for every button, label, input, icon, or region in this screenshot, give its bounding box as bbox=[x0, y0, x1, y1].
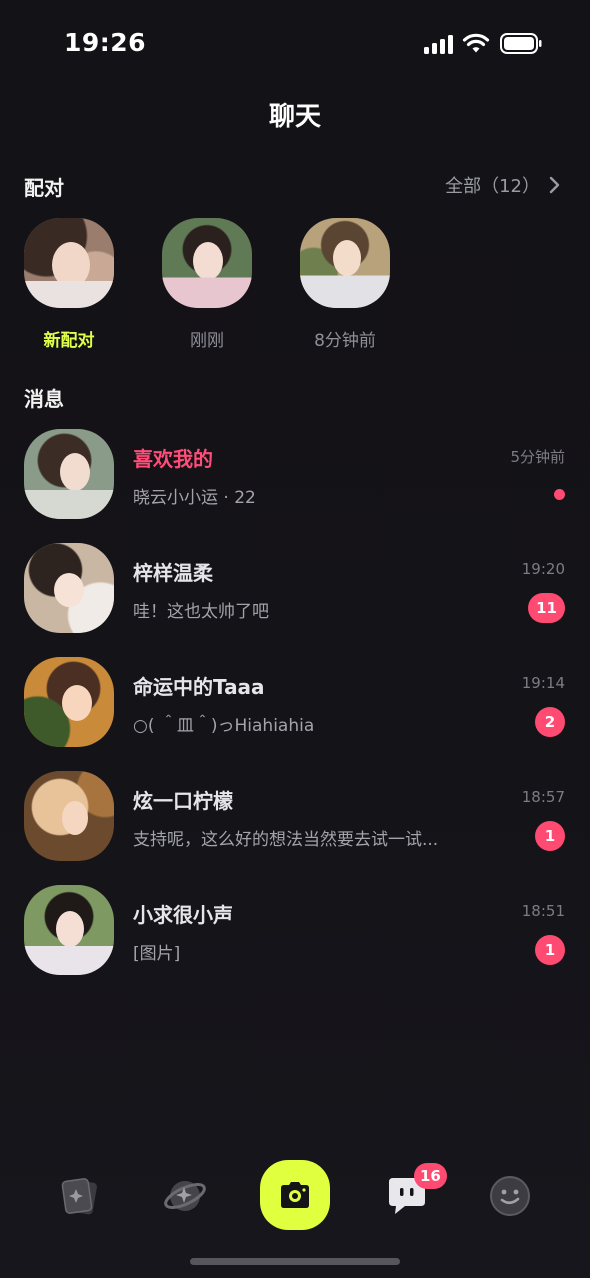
message-preview-4: 支持呢，这么好的想法当然要去试一试... bbox=[133, 830, 439, 850]
match-avatar-3 bbox=[300, 218, 390, 308]
message-preview-3: ○( ＾皿＾)っHiahiahia bbox=[133, 716, 315, 736]
tab-cards[interactable] bbox=[54, 1170, 106, 1222]
message-preview-1: 晓云小小运 · 22 bbox=[133, 488, 256, 508]
message-name-5: 小求很小声 bbox=[133, 903, 233, 927]
message-avatar-5 bbox=[24, 885, 114, 975]
message-avatar-3 bbox=[24, 657, 114, 747]
message-preview-5: [图片] bbox=[133, 944, 181, 964]
message-row-2[interactable]: 梓样温柔 哇！这也太帅了吧 19:20 11 bbox=[0, 543, 590, 643]
message-avatar-4 bbox=[24, 771, 114, 861]
tab-camera[interactable] bbox=[260, 1160, 330, 1230]
cards-icon bbox=[61, 1178, 97, 1215]
message-row-5[interactable]: 小求很小声 [图片] 18:51 1 bbox=[0, 885, 590, 985]
unread-dot bbox=[554, 489, 565, 500]
unread-count-badge: 1 bbox=[535, 935, 565, 965]
messages-section-title: 消息 bbox=[24, 387, 64, 411]
unread-count-badge: 11 bbox=[528, 593, 565, 623]
message-avatar-2 bbox=[24, 543, 114, 633]
battery-icon bbox=[500, 33, 542, 54]
chat-unread-badge: 16 bbox=[414, 1163, 447, 1189]
planet-icon bbox=[164, 1181, 206, 1211]
message-preview-2: 哇！这也太帅了吧 bbox=[133, 602, 269, 622]
wifi-icon bbox=[462, 33, 490, 53]
message-time-1: 5分钟前 bbox=[510, 448, 565, 466]
match-label-3: 8分钟前 bbox=[314, 331, 376, 351]
smiley-icon bbox=[490, 1176, 530, 1216]
message-name-2: 梓样温柔 bbox=[133, 561, 213, 585]
message-row-1[interactable]: 喜欢我的 晓云小小运 · 22 5分钟前 bbox=[0, 429, 590, 529]
unread-count-badge: 2 bbox=[535, 707, 565, 737]
message-time-3: 19:14 bbox=[521, 674, 565, 692]
see-all-label: 全部（12） bbox=[445, 176, 540, 197]
message-name-3: 命运中的Taaa bbox=[133, 675, 265, 699]
cellular-signal-icon bbox=[424, 34, 454, 54]
matches-section-title: 配对 bbox=[24, 176, 64, 200]
message-time-4: 18:57 bbox=[521, 788, 565, 806]
message-time-5: 18:51 bbox=[521, 902, 565, 920]
match-label-2: 刚刚 bbox=[190, 331, 224, 351]
home-indicator[interactable] bbox=[190, 1258, 400, 1265]
unread-count-badge: 1 bbox=[535, 821, 565, 851]
match-avatar-2 bbox=[162, 218, 252, 308]
message-name-1: 喜欢我的 bbox=[133, 447, 213, 471]
tab-planet[interactable] bbox=[159, 1170, 211, 1222]
status-time: 19:26 bbox=[64, 28, 147, 57]
camera-icon bbox=[281, 1182, 309, 1208]
message-row-3[interactable]: 命运中的Taaa ○( ＾皿＾)っHiahiahia 19:14 2 bbox=[0, 657, 590, 757]
match-avatar-1 bbox=[24, 218, 114, 308]
page-title: 聊天 bbox=[268, 102, 321, 132]
message-name-4: 炫一口柠檬 bbox=[133, 789, 233, 813]
message-row-4[interactable]: 炫一口柠檬 支持呢，这么好的想法当然要去试一试... 18:57 1 bbox=[0, 771, 590, 871]
chevron-right-icon bbox=[549, 176, 560, 194]
see-all-matches-link[interactable]: 全部（12） bbox=[445, 172, 562, 198]
status-bar: 19:26 bbox=[0, 0, 590, 88]
match-label-1: 新配对 bbox=[43, 331, 95, 351]
message-avatar-1 bbox=[24, 429, 114, 519]
message-time-2: 19:20 bbox=[521, 560, 565, 578]
tab-profile[interactable] bbox=[484, 1170, 536, 1222]
